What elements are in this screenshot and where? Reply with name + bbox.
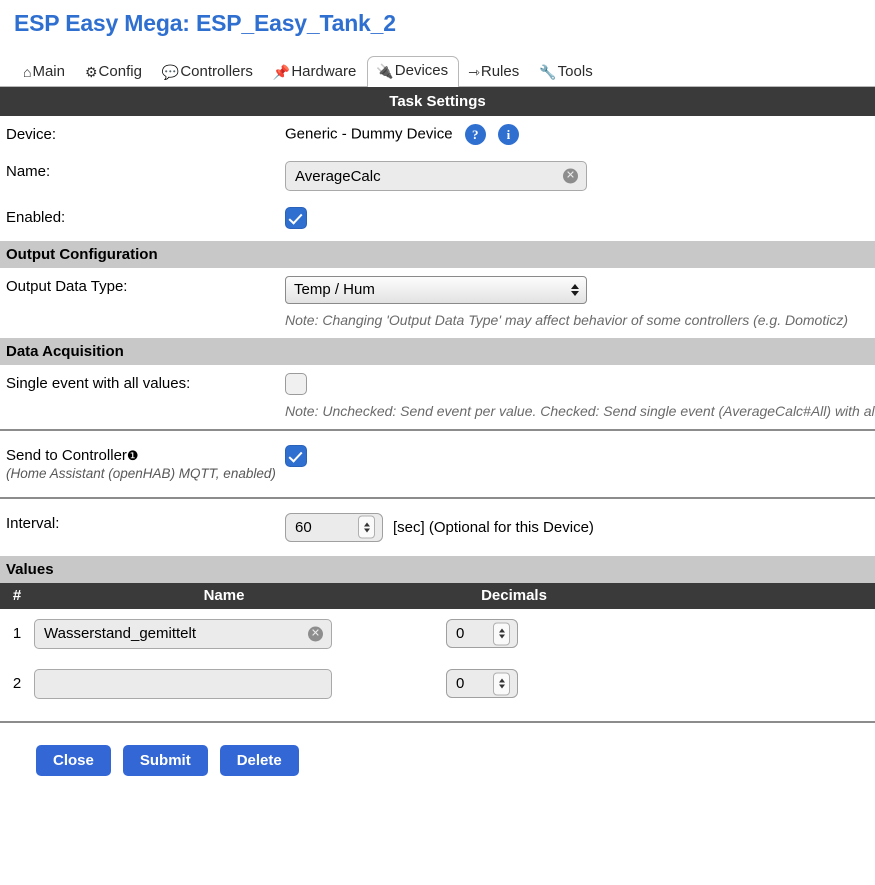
row-name-cell: ✕	[34, 618, 414, 649]
send-to-controller-sublabel: (Home Assistant (openHAB) MQTT, enabled)	[6, 465, 276, 481]
gear-icon: ⚙	[84, 63, 98, 80]
enabled-label: Enabled:	[6, 209, 66, 226]
send-to-controller-container	[285, 445, 875, 471]
clear-icon[interactable]: ✕	[308, 626, 323, 642]
row-number: 1	[12, 625, 22, 643]
values-header: Values	[0, 555, 875, 583]
single-event-checkbox[interactable]	[285, 373, 307, 395]
controller-number-icon: ❶	[126, 448, 139, 463]
action-button-bar: Close Submit Delete	[0, 723, 875, 776]
interval-container: 60 [sec] (Optional for this Device)	[285, 512, 875, 542]
device-label: Device:	[6, 126, 57, 143]
page-title: ESP Easy Mega: ESP_Easy_Tank_2	[14, 10, 396, 36]
name-field-container: ✕	[285, 161, 875, 191]
send-to-controller-checkbox[interactable]	[285, 445, 307, 467]
output-data-type-row: Output Data Type: Temp / Hum Note: Chang…	[0, 268, 875, 338]
single-event-label: Single event with all values:	[6, 375, 191, 392]
submit-button[interactable]: Submit	[122, 744, 208, 776]
name-label: Name:	[6, 163, 51, 180]
single-event-container: Note: Unchecked: Send event per value. C…	[285, 373, 875, 421]
row-decimals-cell: 0	[414, 669, 614, 699]
column-header-decimals: Decimals	[481, 587, 547, 605]
tab-tools[interactable]: 🔧 Tools	[530, 57, 603, 87]
delete-button[interactable]: Delete	[219, 744, 299, 776]
main-tab-bar: ⌂ Main ⚙ Config 💬 Controllers 📌 Hardware…	[0, 49, 875, 87]
info-icon[interactable]: i	[497, 124, 519, 145]
value-name-input[interactable]	[34, 668, 332, 699]
interval-stepper[interactable]	[358, 515, 375, 539]
interval-suffix: [sec] (Optional for this Device)	[393, 518, 594, 536]
output-configuration-header: Output Configuration	[0, 241, 875, 268]
send-to-controller-label: Send to Controller❶ (Home Assistant (ope…	[6, 445, 285, 483]
table-row: 2 0	[0, 659, 875, 709]
table-row: 1 ✕ 0	[0, 609, 875, 659]
close-button[interactable]: Close	[36, 744, 111, 776]
decimals-input[interactable]: 0	[446, 669, 518, 699]
row-number: 2	[12, 675, 22, 693]
column-header-name: Name	[203, 587, 245, 605]
tab-label: Rules	[480, 63, 520, 80]
device-row: Device: Generic - Dummy Device ? i	[0, 116, 875, 153]
arrow-icon: ⇾	[468, 63, 480, 80]
single-event-row: Single event with all values: Note: Unch…	[0, 365, 875, 429]
output-data-type-label: Output Data Type:	[6, 278, 128, 295]
speech-balloon-icon: 💬	[161, 63, 180, 80]
tab-rules[interactable]: ⇾ Rules	[459, 57, 530, 87]
interval-row: Interval: 60 [sec] (Optional for this De…	[0, 499, 875, 556]
electric-plug-icon: 🔌	[376, 62, 394, 79]
pushpin-icon: 📌	[272, 63, 291, 80]
tab-main[interactable]: ⌂ Main	[14, 57, 76, 87]
row-name-cell	[34, 668, 414, 699]
clear-icon[interactable]: ✕	[563, 168, 578, 184]
tab-label: Config	[98, 63, 142, 80]
enabled-row: Enabled:	[0, 199, 875, 241]
interval-value: 60	[295, 518, 312, 536]
help-icon[interactable]: ?	[464, 124, 486, 145]
home-icon: ⌂	[23, 63, 32, 80]
output-data-type-select[interactable]: Temp / Hum	[285, 276, 587, 304]
tab-label: Hardware	[291, 63, 357, 80]
value-name-input[interactable]	[34, 618, 332, 649]
tab-label: Main	[32, 63, 65, 80]
tab-controllers[interactable]: 💬 Controllers	[153, 57, 264, 87]
decimals-stepper[interactable]	[493, 672, 510, 696]
data-acquisition-header: Data Acquisition	[0, 338, 875, 365]
task-settings-header: Task Settings	[0, 87, 875, 116]
interval-label: Interval:	[6, 514, 60, 532]
wrench-icon: 🔧	[539, 63, 557, 80]
row-decimals-cell: 0	[414, 619, 614, 649]
name-row: Name: ✕	[0, 153, 875, 199]
decimals-input[interactable]: 0	[446, 619, 518, 649]
tab-label: Tools	[557, 63, 593, 80]
values-table-header: # Name Decimals	[0, 582, 875, 609]
send-to-controller-row: Send to Controller❶ (Home Assistant (ope…	[0, 431, 875, 497]
name-input[interactable]	[285, 161, 587, 191]
output-data-type-note: Note: Changing 'Output Data Type' may af…	[285, 312, 849, 328]
output-data-type-value: Temp / Hum	[294, 281, 375, 298]
enabled-field-container	[285, 207, 875, 233]
tab-devices[interactable]: 🔌 Devices	[367, 56, 460, 87]
device-value-container: Generic - Dummy Device ? i	[285, 124, 875, 145]
decimals-stepper[interactable]	[493, 622, 510, 646]
interval-input[interactable]: 60	[285, 512, 383, 542]
decimals-value: 0	[456, 625, 465, 643]
output-data-type-container: Temp / Hum Note: Changing 'Output Data T…	[285, 276, 875, 330]
enabled-checkbox[interactable]	[285, 207, 307, 229]
tab-config[interactable]: ⚙ Config	[76, 57, 153, 87]
device-value: Generic - Dummy Device	[285, 125, 453, 143]
select-arrows-icon	[571, 284, 579, 296]
decimals-value: 0	[456, 675, 465, 693]
send-to-controller-title: Send to Controller	[6, 447, 127, 464]
single-event-note: Note: Unchecked: Send event per value. C…	[285, 403, 875, 419]
column-header-number: #	[12, 587, 22, 605]
tab-label: Controllers	[180, 63, 253, 80]
tab-label: Devices	[394, 62, 449, 79]
tab-hardware[interactable]: 📌 Hardware	[264, 57, 367, 87]
